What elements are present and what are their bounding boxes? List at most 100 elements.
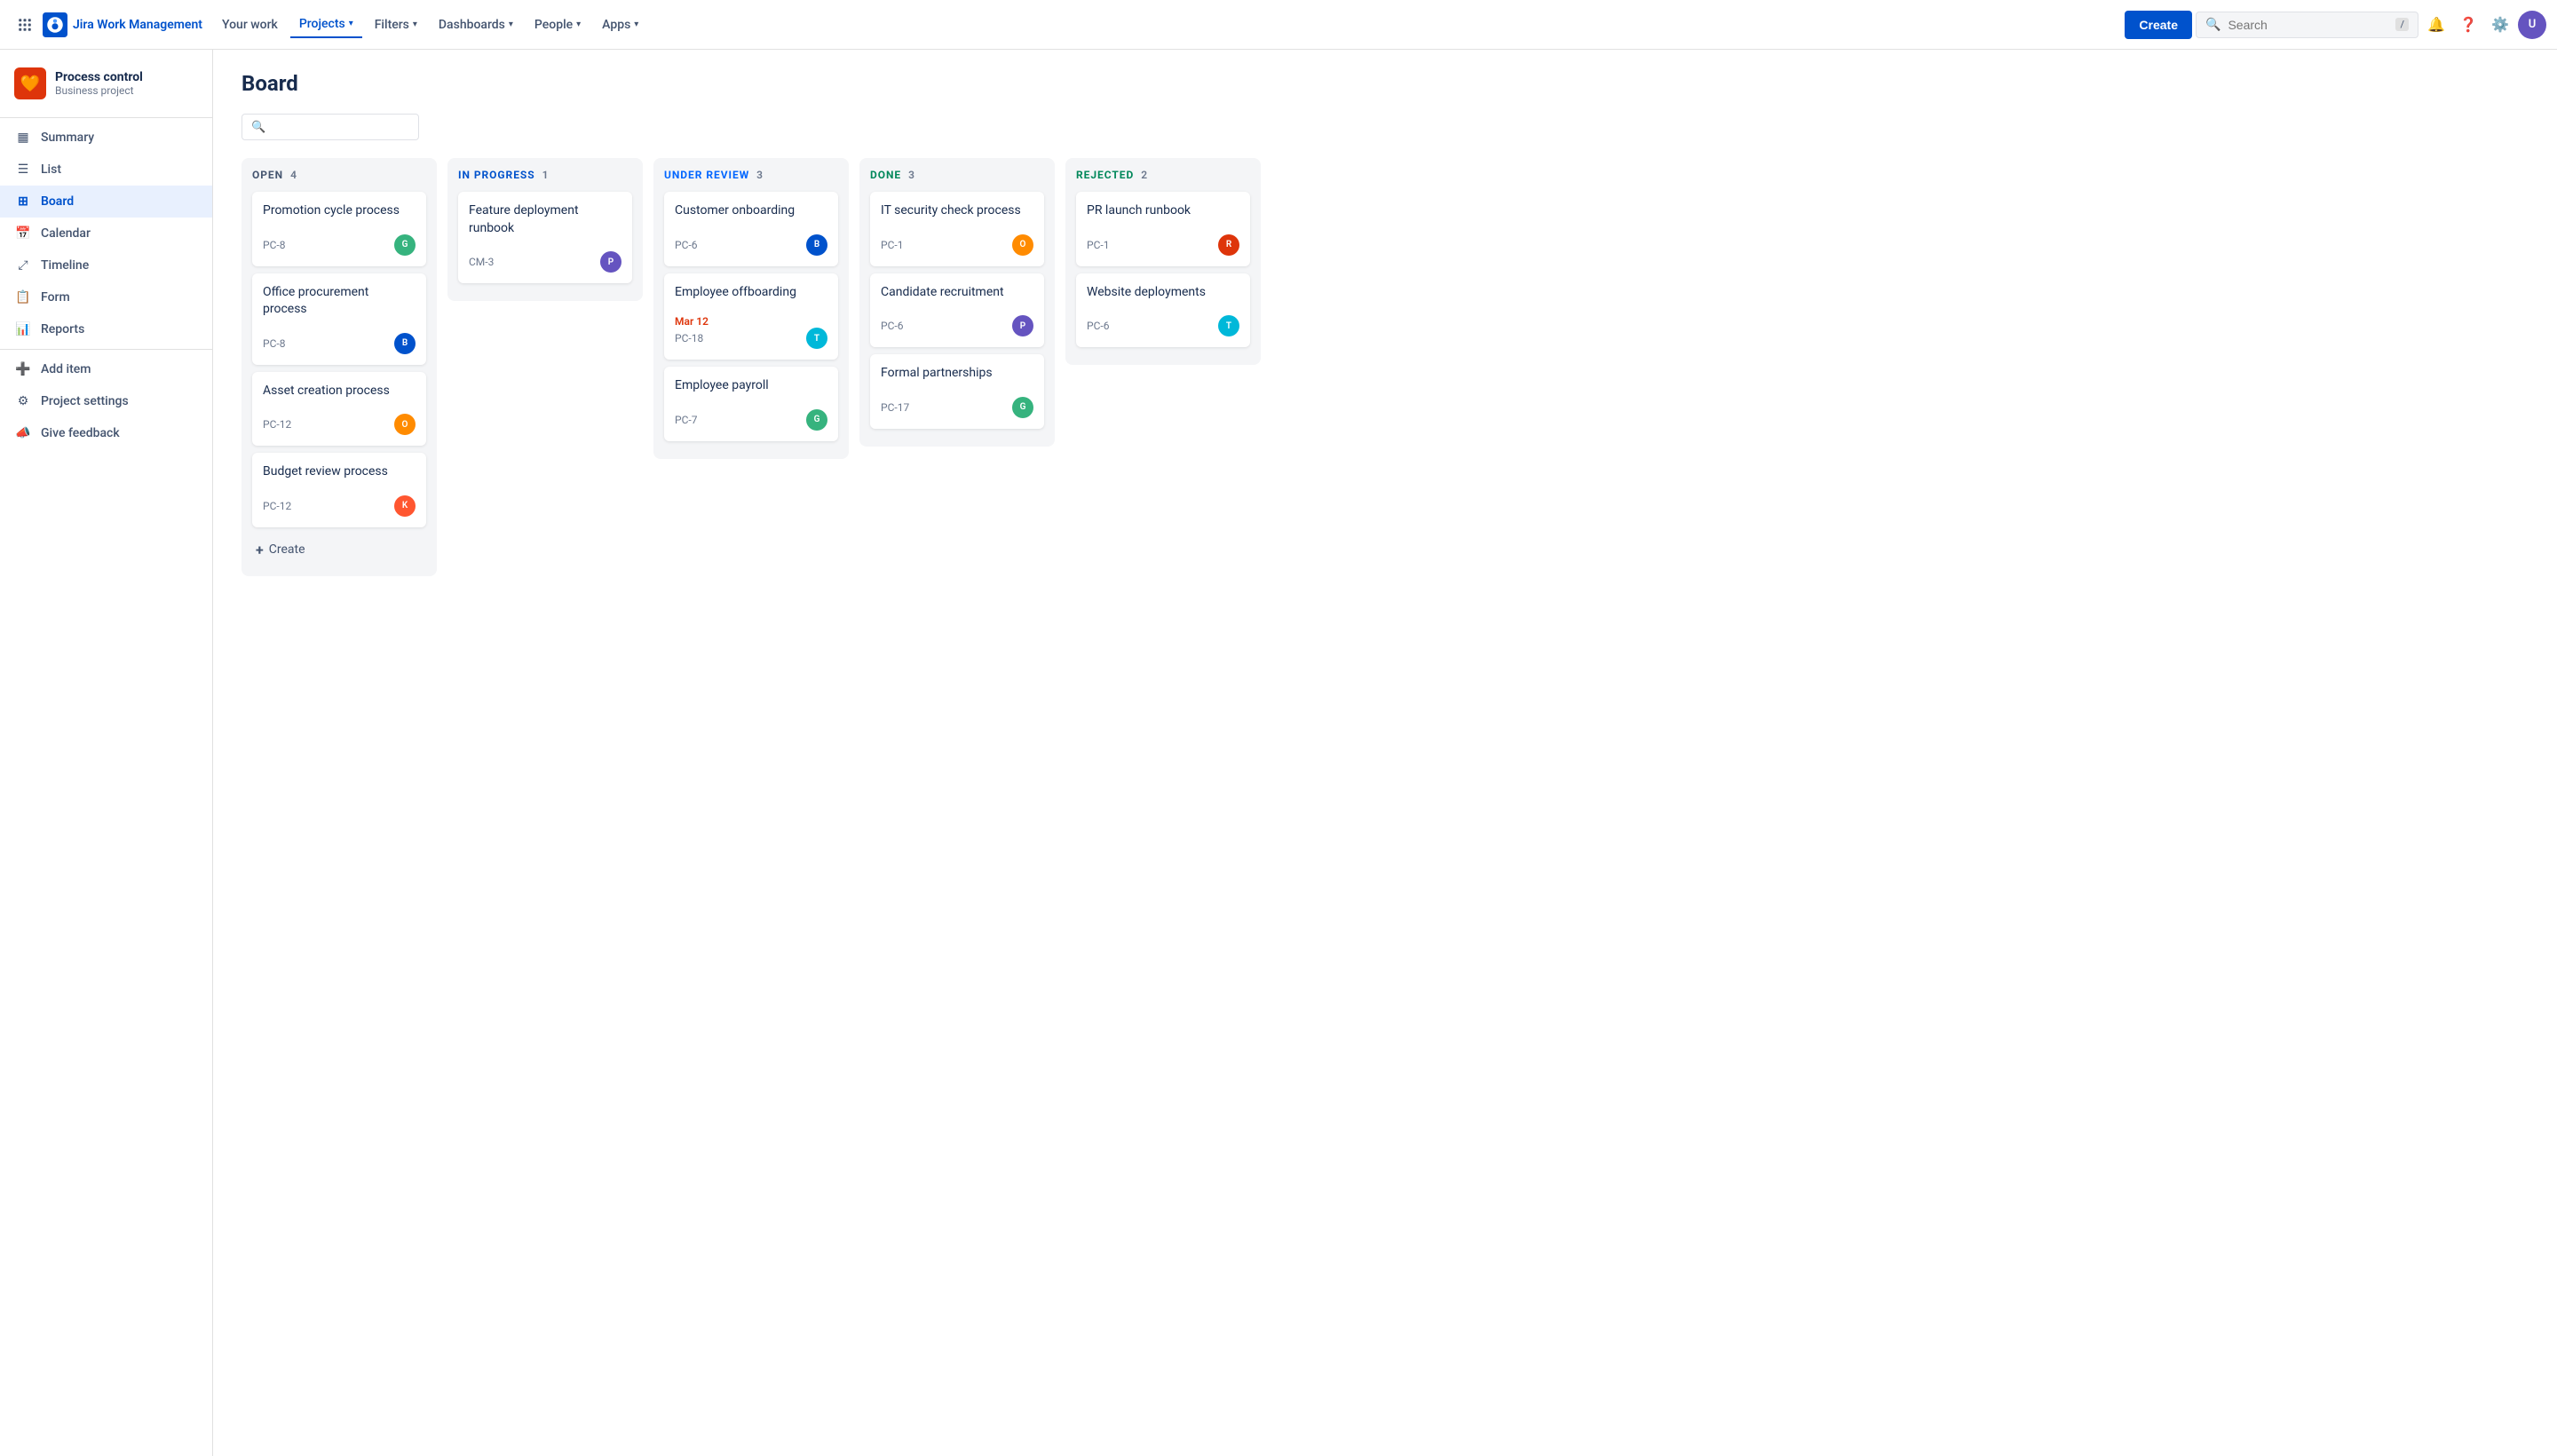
column-in-progress: IN PROGRESS1Feature deployment runbookCM…	[447, 158, 643, 301]
card-footer: PC-7G	[675, 409, 827, 431]
app-layout: 🧡 Process control Business project ▦ Sum…	[0, 50, 2557, 1456]
top-navigation: Jira Work Management Your work Projects …	[0, 0, 2557, 50]
projects-nav[interactable]: Projects ▾	[290, 12, 362, 38]
create-button[interactable]: Create	[2125, 11, 2192, 39]
sidebar-item-calendar[interactable]: 📅 Calendar	[0, 218, 212, 249]
board-card[interactable]: Budget review processPC-12K	[252, 453, 426, 527]
column-count: 3	[908, 169, 914, 181]
card-title: PR launch runbook	[1087, 202, 1239, 220]
apps-nav[interactable]: Apps ▾	[593, 12, 647, 37]
board-card[interactable]: IT security check process PC-1 O	[870, 192, 1044, 266]
app-name: Jira Work Management	[73, 18, 202, 32]
card-avatar: O	[1012, 234, 1033, 256]
card-title: IT security check process	[881, 202, 1033, 220]
sidebar-item-add-item[interactable]: ➕ Add item	[0, 353, 212, 385]
column-header-open: OPEN4	[252, 169, 426, 181]
card-avatar: G	[806, 409, 827, 431]
create-card-button[interactable]: + Create	[252, 534, 426, 566]
filters-nav[interactable]: Filters ▾	[366, 12, 426, 37]
card-ticket-id: PC-12	[263, 500, 291, 512]
board-card[interactable]: Customer onboardingPC-6B	[664, 192, 838, 266]
dashboards-nav[interactable]: Dashboards ▾	[430, 12, 522, 37]
sidebar-item-summary[interactable]: ▦ Summary	[0, 122, 212, 154]
board-card[interactable]: Office procurement processPC-8B	[252, 273, 426, 365]
your-work-nav[interactable]: Your work	[213, 12, 287, 37]
board-card[interactable]: Promotion cycle processPC-8G	[252, 192, 426, 266]
card-footer: PC-12O	[263, 414, 416, 435]
sidebar-item-give-feedback[interactable]: 📣 Give feedback	[0, 417, 212, 449]
sidebar-item-project-settings[interactable]: ⚙ Project settings	[0, 385, 212, 417]
card-footer: PC-17G	[881, 397, 1033, 418]
card-avatar: P	[1012, 315, 1033, 336]
search-box[interactable]: 🔍 /	[2196, 12, 2418, 38]
sidebar-item-form[interactable]: 📋 Form	[0, 281, 212, 313]
card-title: Formal partnerships	[881, 365, 1033, 383]
board-card[interactable]: Asset creation processPC-12O	[252, 372, 426, 447]
sidebar-item-label: Board	[41, 194, 74, 209]
reports-icon: 📊	[14, 320, 32, 338]
card-title: Feature deployment runbook	[469, 202, 621, 237]
main-content: Board 🔍 OPEN4 Promotion cycle processPC-8…	[213, 50, 2557, 1456]
page-title: Board	[241, 71, 2529, 96]
card-footer: PC-1 O	[881, 234, 1033, 256]
search-input[interactable]	[2228, 18, 2388, 32]
card-ticket-id: PC-8	[263, 337, 285, 350]
form-icon: 📋	[14, 289, 32, 306]
board-card[interactable]: Website deploymentsPC-6T	[1076, 273, 1250, 348]
sidebar-project: 🧡 Process control Business project	[0, 60, 212, 114]
card-ticket-id: PC-17	[881, 401, 909, 414]
card-footer: PC-6B	[675, 234, 827, 256]
sidebar-item-board[interactable]: ⊞ Board	[0, 186, 212, 218]
settings-button[interactable]: ⚙️	[2486, 11, 2514, 39]
card-footer: CM-3P	[469, 251, 621, 273]
column-title: IN PROGRESS	[458, 169, 535, 181]
card-ticket-id: CM-3	[469, 256, 494, 268]
plus-icon: +	[256, 542, 264, 558]
board-card[interactable]: Candidate recruitment PC-6P	[870, 273, 1044, 348]
sidebar-item-label: Form	[41, 290, 70, 305]
calendar-icon: 📅	[14, 225, 32, 242]
board-card[interactable]: Formal partnerships PC-17G	[870, 354, 1044, 429]
sidebar-item-reports[interactable]: 📊 Reports	[0, 313, 212, 345]
board-card[interactable]: Feature deployment runbook CM-3P	[458, 192, 632, 283]
feedback-icon: 📣	[14, 424, 32, 442]
board-search-input[interactable]	[273, 120, 433, 134]
card-avatar: O	[394, 414, 416, 435]
notifications-button[interactable]: 🔔	[2422, 11, 2450, 39]
card-ticket-id: PC-1	[881, 239, 903, 251]
board-search-icon: 🔍	[251, 121, 265, 134]
sidebar-divider-2	[0, 349, 212, 350]
card-title: Candidate recruitment	[881, 284, 1033, 302]
user-avatar[interactable]: U	[2518, 11, 2546, 39]
board-search-box[interactable]: 🔍	[241, 114, 419, 140]
app-logo[interactable]: Jira Work Management	[43, 12, 202, 37]
card-ticket-id: PC-18	[675, 332, 703, 344]
grid-menu-icon[interactable]	[11, 11, 39, 39]
sidebar-item-label: Reports	[41, 322, 84, 336]
help-button[interactable]: ❓	[2454, 11, 2482, 39]
add-icon: ➕	[14, 360, 32, 378]
people-nav[interactable]: People ▾	[526, 12, 590, 37]
card-footer: PC-6P	[881, 315, 1033, 336]
card-title: Employee offboarding	[675, 284, 827, 302]
project-icon: 🧡	[14, 67, 46, 99]
sidebar-divider	[0, 117, 212, 118]
project-info: Process control Business project	[55, 70, 143, 97]
card-avatar: B	[394, 333, 416, 354]
board-card[interactable]: PR launch runbookPC-1R	[1076, 192, 1250, 266]
timeline-icon: ⤢	[14, 257, 32, 274]
sidebar-item-timeline[interactable]: ⤢ Timeline	[0, 249, 212, 281]
board-card[interactable]: Employee offboardingMar 12PC-18T	[664, 273, 838, 360]
card-avatar: T	[1218, 315, 1239, 336]
card-ticket-id: PC-1	[1087, 239, 1109, 251]
filters-chevron-icon: ▾	[413, 20, 417, 29]
board-card[interactable]: Employee payrollPC-7G	[664, 367, 838, 441]
card-footer: PC-12K	[263, 495, 416, 517]
sidebar-item-list[interactable]: ☰ List	[0, 154, 212, 186]
column-title: UNDER REVIEW	[664, 169, 749, 181]
project-settings-icon: ⚙	[14, 392, 32, 410]
sidebar-item-label: List	[41, 162, 61, 177]
card-avatar: T	[806, 328, 827, 349]
card-footer: PC-6T	[1087, 315, 1239, 336]
column-under-review: UNDER REVIEW3Customer onboardingPC-6BEmp…	[653, 158, 849, 459]
